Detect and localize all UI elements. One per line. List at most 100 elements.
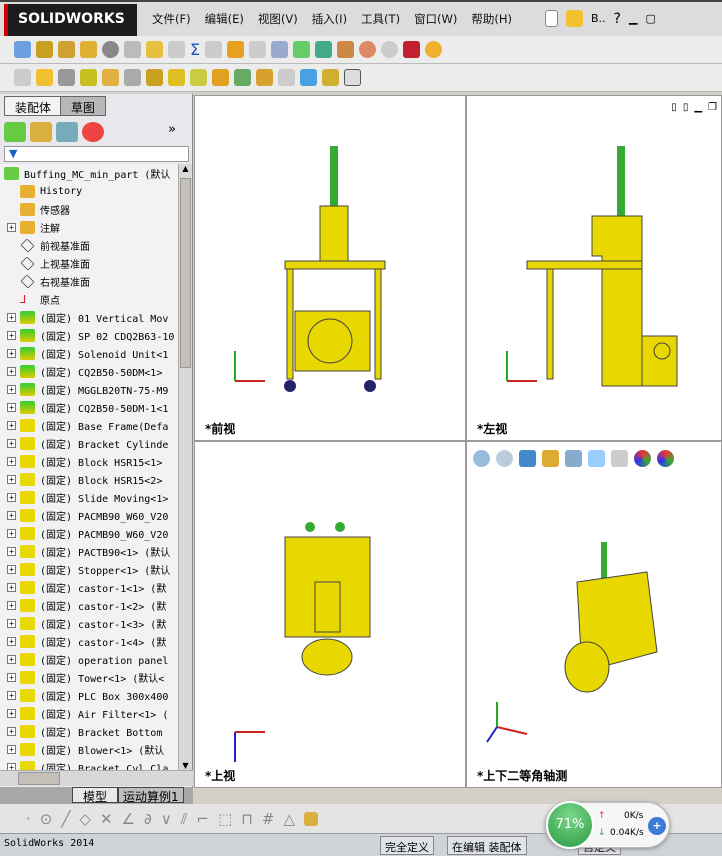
tree-component[interactable]: + (固定) castor-1<1> (默 [0, 578, 178, 596]
tree-component[interactable]: + (固定) Slide Moving<1> [0, 488, 178, 506]
tree-component[interactable]: + (固定) Bracket Bottom [0, 722, 178, 740]
configuration-manager-icon[interactable] [56, 122, 78, 142]
tree-feature[interactable]: 上视基准面 [0, 254, 178, 272]
expand-icon[interactable]: + [7, 312, 16, 322]
tab-assembly[interactable]: 装配体 [4, 96, 63, 116]
tree-horizontal-scrollbar[interactable] [0, 770, 193, 786]
expand-icon[interactable]: + [7, 672, 16, 682]
new-document-icon[interactable] [545, 10, 558, 27]
view-orientation-icon[interactable] [565, 450, 582, 467]
tree-component[interactable]: + (固定) Base Frame(Defa [0, 416, 178, 434]
expand-icon[interactable]: + [7, 348, 16, 358]
circle-icon[interactable]: ⊙ [40, 810, 53, 828]
insert-component-icon[interactable] [14, 69, 31, 86]
minimize-icon[interactable]: ▁ [629, 12, 637, 25]
measure-icon[interactable] [36, 41, 53, 58]
open-folder-icon[interactable] [566, 10, 583, 27]
section-view-icon[interactable] [542, 450, 559, 467]
tile2-icon[interactable]: ▯ [683, 102, 689, 113]
expand-icon[interactable]: + [7, 528, 16, 538]
expand-icon[interactable]: + [7, 618, 16, 628]
filter-input[interactable]: ▼ [4, 146, 189, 162]
triangle-icon[interactable]: △ [283, 810, 295, 828]
show-hidden-icon[interactable] [146, 69, 163, 86]
measure-tape-icon[interactable] [304, 811, 319, 826]
table-icon[interactable] [315, 41, 333, 58]
expand-icon[interactable]: + [7, 744, 16, 754]
tree-component[interactable]: + (固定) PACTB90<1> (默认 [0, 542, 178, 560]
expand-icon[interactable]: + [7, 636, 16, 646]
display-manager-icon[interactable] [82, 122, 104, 142]
menu-file[interactable]: 文件(F) [145, 11, 198, 27]
tree-feature[interactable]: 传感器 [0, 200, 178, 218]
parallel-icon[interactable]: ⫽ [181, 810, 188, 828]
explode-line-icon[interactable] [278, 69, 295, 86]
tab-model[interactable]: 模型 [72, 787, 119, 804]
tree-component[interactable]: + (固定) SP 02 CDQ2B63-10 [0, 326, 178, 344]
tree-component[interactable]: + (固定) MGGLB20TN-75-M9 [0, 380, 178, 398]
scroll-thumb[interactable] [180, 178, 191, 368]
interference-icon[interactable] [124, 41, 141, 58]
restore-viewport-icon[interactable]: ❐ [708, 102, 717, 113]
help-icon[interactable]: ? [614, 11, 621, 27]
tab-sketch[interactable]: 草图 [60, 96, 107, 116]
expand-icon[interactable]: + [7, 726, 16, 736]
exploded-view-icon[interactable] [256, 69, 273, 86]
menu-insert[interactable]: 插入(I) [305, 11, 354, 27]
tree-feature[interactable]: 右视基准面 [0, 272, 178, 290]
hscroll-thumb[interactable] [18, 772, 60, 785]
bill-of-materials-icon[interactable] [234, 69, 251, 86]
polygon-icon[interactable]: ◇ [79, 810, 91, 828]
expand-panel-icon[interactable]: » [168, 122, 176, 142]
network-widget[interactable]: 71% ↑ 0K/s ↓ 0.04K/s + [545, 801, 670, 849]
expand-icon[interactable]: + [7, 420, 16, 430]
spellcheck-icon[interactable] [14, 41, 31, 58]
expand-icon[interactable]: + [7, 762, 16, 770]
instant3d-icon[interactable] [300, 69, 317, 86]
validate-icon[interactable] [293, 41, 311, 58]
expand-icon[interactable]: + [7, 384, 16, 394]
viewport-top[interactable]: *上视 [194, 441, 466, 788]
warning-icon[interactable] [227, 41, 245, 58]
snapshot-icon[interactable] [344, 69, 361, 86]
zebra-icon[interactable] [359, 41, 377, 58]
expand-icon[interactable]: + [7, 510, 16, 520]
expand-icon[interactable]: + [7, 564, 16, 574]
tree-component[interactable]: + (固定) Block HSR15<1> [0, 452, 178, 470]
expand-icon[interactable]: + [7, 600, 16, 610]
new-motion-study-icon[interactable] [212, 69, 229, 86]
move-component-icon[interactable] [124, 69, 141, 86]
reference-geometry-icon[interactable] [190, 69, 207, 86]
perpendicular-icon[interactable]: ⌐ [196, 810, 209, 828]
menu-edit[interactable]: 编辑(E) [198, 11, 251, 27]
hole-icon[interactable] [205, 41, 223, 58]
search-short[interactable]: B.. [591, 12, 606, 25]
tree-component[interactable]: + (固定) Solenoid Unit<1 [0, 344, 178, 362]
expand-icon[interactable]: + [7, 402, 16, 412]
render-icon[interactable] [425, 41, 443, 58]
tree-component[interactable]: + (固定) PACMB90_W60_V20 [0, 524, 178, 542]
checkbox-icon[interactable] [168, 41, 185, 58]
tree-component[interactable]: + (固定) Tower<1> (默认< [0, 668, 178, 686]
expand-icon[interactable]: + [7, 546, 16, 556]
trim-icon[interactable]: ✕ [100, 810, 113, 828]
hide-show-icon[interactable] [611, 450, 628, 467]
align-icon[interactable] [249, 41, 267, 58]
menu-window[interactable]: 窗口(W) [407, 11, 464, 27]
ok-icon[interactable] [381, 41, 399, 58]
expand-icon[interactable]: + [7, 690, 16, 700]
edit-appearance-icon[interactable] [634, 450, 651, 467]
menu-view[interactable]: 视图(V) [251, 11, 305, 27]
tree-feature[interactable]: History [0, 182, 178, 200]
zoom-to-fit-icon[interactable] [473, 450, 490, 467]
feature-tree-icon[interactable] [4, 122, 26, 142]
performance-icon[interactable] [102, 41, 119, 58]
expand-icon[interactable]: + [7, 708, 16, 718]
menu-help[interactable]: 帮助(H) [464, 11, 519, 27]
check-icon[interactable] [146, 41, 163, 58]
tree-component[interactable]: + (固定) PACMB90_W60_V20 [0, 506, 178, 524]
previous-view-icon[interactable] [519, 450, 536, 467]
minimize-viewport-icon[interactable]: ▁ [694, 102, 702, 113]
appearance-icon[interactable] [403, 41, 421, 58]
tree-component[interactable]: + (固定) Stopper<1> (默认 [0, 560, 178, 578]
